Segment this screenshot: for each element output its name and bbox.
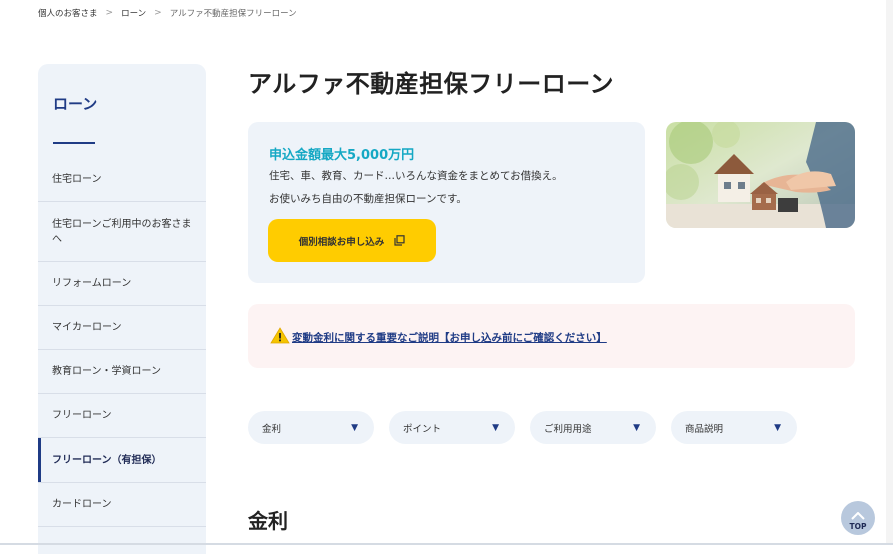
sidebar-item-free-loan-secured[interactable]: フリーローン（有担保） — [38, 438, 206, 483]
sidebar-item-reform-loan[interactable]: リフォームローン — [38, 262, 206, 306]
caret-down-icon: ▼ — [492, 422, 499, 433]
caret-down-icon: ▼ — [351, 422, 358, 433]
sidebar-item-label: リフォームローン — [52, 278, 132, 289]
breadcrumb: 個人のお客さま > ローン > アルファ不動産担保フリーローン — [38, 7, 297, 19]
breadcrumb-separator: > — [154, 8, 162, 18]
sidebar-item-education-loan[interactable]: 教育ローン・学資ローン — [38, 350, 206, 394]
promo-description-line2: お使いみち自由の不動産担保ローンです。 — [269, 193, 467, 205]
interest-rate-notice: 変動金利に関する重要なご説明【お申し込み前にご確認ください】 — [248, 304, 855, 368]
breadcrumb-separator: > — [105, 8, 114, 18]
promo-panel: 申込金額最大5,000万円 住宅、車、教育、カード…いろんな資金をまとめてお借換… — [248, 122, 645, 283]
sidebar-item-label: マイカーローン — [52, 322, 122, 333]
caret-down-icon: ▼ — [633, 422, 640, 433]
house-hands-photo — [666, 122, 855, 228]
promo-headline: 申込金額最大5,000万円 — [269, 148, 415, 163]
caret-down-icon: ▼ — [774, 422, 781, 433]
promo-description-line1: 住宅、車、教育、カード…いろんな資金をまとめてお借換え。 — [269, 170, 563, 182]
anchor-tab-points[interactable]: ポイント ▼ — [389, 411, 515, 444]
sidebar-item-free-loan[interactable]: フリーローン — [38, 394, 206, 438]
breadcrumb-link-personal[interactable]: 個人のお客さま — [38, 7, 98, 19]
back-to-top-label: TOP — [849, 522, 867, 531]
anchor-tab-label: ご利用用途 — [544, 423, 592, 435]
section-title-interest-rate: 金利 — [248, 509, 288, 533]
sidebar-title-underline — [53, 142, 95, 144]
anchor-tab-label: ポイント — [403, 423, 442, 435]
sidebar-nav: ローン 住宅ローン 住宅ローンご利用中のお客さまへ リフォームローン マイカーロ… — [38, 64, 206, 554]
back-to-top-button[interactable]: TOP — [841, 501, 875, 535]
sidebar-item-housing-loan-customers[interactable]: 住宅ローンご利用中のお客さまへ — [38, 202, 206, 262]
anchor-tab-interest-rate[interactable]: 金利 ▼ — [248, 411, 374, 444]
sidebar-item-car-loan[interactable]: マイカーローン — [38, 306, 206, 350]
section-anchor-tabs: 金利 ▼ ポイント ▼ ご利用用途 ▼ 商品説明 ▼ — [248, 411, 797, 444]
anchor-tab-product-description[interactable]: 商品説明 ▼ — [671, 411, 797, 444]
external-link-icon — [394, 235, 405, 246]
anchor-tab-label: 商品説明 — [685, 423, 724, 435]
variable-rate-notice-link[interactable]: 変動金利に関する重要なご説明【お申し込み前にご確認ください】 — [292, 330, 607, 345]
page-scrollbar[interactable] — [886, 0, 893, 545]
sidebar-item-label: フリーローン（有担保） — [52, 454, 162, 466]
sidebar-list: 住宅ローン 住宅ローンご利用中のお客さまへ リフォームローン マイカーローン 教… — [38, 158, 206, 527]
sidebar-item-label: 住宅ローンご利用中のお客さまへ — [52, 218, 192, 245]
sidebar-item-label: フリーローン — [52, 410, 112, 421]
sidebar-item-label: 教育ローン・学資ローン — [52, 366, 161, 377]
warning-icon — [270, 327, 290, 348]
breadcrumb-current: アルファ不動産担保フリーローン — [169, 9, 297, 19]
consultation-apply-button[interactable]: 個別相談お申し込み — [268, 219, 436, 262]
consultation-apply-label: 個別相談お申し込み — [298, 236, 385, 248]
page-title: アルファ不動産担保フリーローン — [248, 70, 615, 98]
sidebar-title: ローン — [53, 95, 98, 113]
breadcrumb-link-loan[interactable]: ローン — [121, 7, 146, 19]
sidebar-item-label: 住宅ローン — [52, 174, 102, 185]
sidebar-item-label: カードローン — [52, 499, 112, 510]
anchor-tab-usage[interactable]: ご利用用途 ▼ — [530, 411, 656, 444]
sidebar-item-housing-loan[interactable]: 住宅ローン — [38, 158, 206, 202]
anchor-tab-label: 金利 — [262, 423, 282, 435]
sidebar-item-card-loan[interactable]: カードローン — [38, 483, 206, 527]
